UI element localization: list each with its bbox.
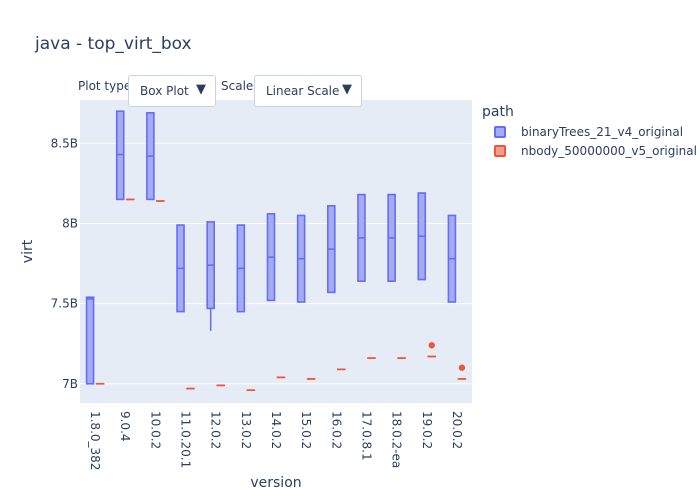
- x-tick-label: 16.0.2: [329, 411, 343, 449]
- box-0-11: [417, 192, 427, 281]
- chevron-down-icon: ▼: [196, 82, 206, 97]
- x-tick-label: 9.0.4: [118, 411, 132, 442]
- box: [85, 296, 95, 385]
- x-tick-label: 12.0.2: [209, 411, 223, 449]
- y-tick-label: 7B: [62, 377, 78, 391]
- x-tick-label: 14.0.2: [269, 411, 283, 449]
- outlier-point: [458, 364, 466, 371]
- y-tick-label: 7.5B: [51, 297, 78, 311]
- x-tick-label: 13.0.2: [239, 411, 253, 449]
- box-0-5: [236, 224, 246, 313]
- legend-title: path: [482, 104, 514, 120]
- box-0-0: [85, 296, 95, 385]
- chart-title: java - top_virt_box: [35, 34, 192, 54]
- scale-value: Linear Scale: [266, 84, 340, 98]
- box-0-1: [115, 110, 125, 201]
- x-tick-label: 1.8.0_382: [88, 411, 102, 470]
- box-0-8: [327, 205, 336, 294]
- x-tick-label: 11.0.20.1: [179, 411, 193, 468]
- plot-type-value: Box Plot: [140, 84, 189, 98]
- outlier-point: [428, 342, 435, 349]
- legend-swatch: [494, 145, 506, 157]
- box: [115, 110, 125, 201]
- box-0-7: [296, 214, 306, 303]
- box-0-12: [447, 214, 457, 303]
- scale-label: Scale:: [221, 79, 258, 93]
- x-tick-label: 17.0.8.1: [359, 411, 373, 461]
- plot-area: [80, 100, 472, 403]
- box-0-9: [357, 193, 366, 282]
- plot-type-dropdown[interactable]: Box Plot ▼: [128, 75, 216, 107]
- plot-type-label: Plot type: [78, 79, 132, 93]
- y-tick-label: 8B: [62, 216, 78, 230]
- x-tick-label: 18.0.2-ea: [390, 411, 404, 468]
- y-axis-title: virt: [20, 239, 36, 263]
- box-0-10: [387, 193, 396, 282]
- legend-swatch: [494, 126, 506, 138]
- x-axis-title: version: [250, 475, 301, 491]
- x-tick-label: 19.0.2: [420, 411, 434, 449]
- x-tick-label: 10.0.2: [148, 411, 162, 449]
- box-0-6: [266, 213, 276, 302]
- box-0-2: [146, 112, 155, 201]
- legend-label: binaryTrees_21_v4_original: [521, 125, 684, 139]
- x-tick-label: 20.0.2: [450, 411, 464, 449]
- box-0-3: [176, 224, 185, 313]
- y-tick-label: 8.5B: [51, 136, 78, 150]
- legend-label: nbody_50000000_v5_original: [521, 144, 697, 158]
- scale-dropdown[interactable]: Linear Scale ▼: [254, 75, 362, 107]
- x-tick-label: 15.0.2: [299, 411, 313, 449]
- chevron-down-icon: ▼: [342, 82, 352, 97]
